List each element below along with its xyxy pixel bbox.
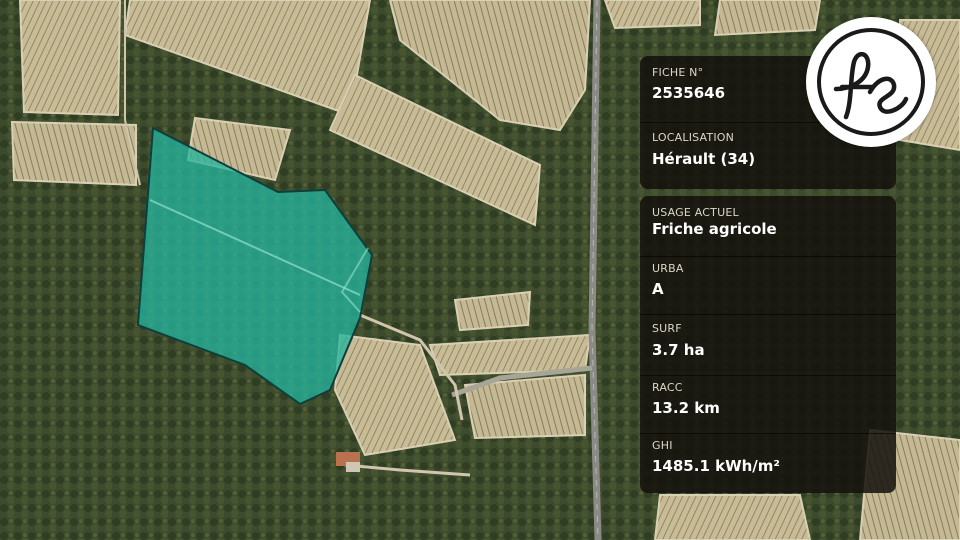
parcel-details-card: USAGE ACTUEL Friche agricole URBA A SURF… (640, 196, 896, 493)
vineyard-field (653, 494, 812, 540)
surf-label: SURF (652, 322, 682, 335)
localisation-label: LOCALISATION (652, 131, 735, 144)
urba-label: URBA (652, 262, 684, 275)
urba-row: URBA A (640, 256, 896, 315)
usage-label: USAGE ACTUEL (652, 206, 739, 219)
fiche-label: FICHE N° (652, 66, 704, 79)
vineyard-field (10, 120, 137, 187)
racc-value: 13.2 km (652, 399, 720, 417)
usage-value: Friche agricole (652, 220, 777, 238)
brand-logo (806, 17, 936, 147)
surf-row: SURF 3.7 ha (640, 314, 896, 376)
racc-label: RACC (652, 381, 683, 394)
vineyard-field (713, 0, 822, 37)
localisation-value: Hérault (34) (652, 150, 756, 168)
usage-row: USAGE ACTUEL Friche agricole (640, 196, 896, 257)
ghi-label: GHI (652, 439, 673, 452)
vineyard-field (18, 0, 122, 117)
ghi-value: 1485.1 kWh/m² (652, 457, 780, 475)
surf-value: 3.7 ha (652, 341, 705, 359)
ghi-row: GHI 1485.1 kWh/m² (640, 433, 896, 493)
urba-value: A (652, 280, 664, 298)
farm-building (346, 462, 360, 472)
fs-logo-icon (817, 28, 925, 136)
fiche-value: 2535646 (652, 84, 726, 102)
racc-row: RACC 13.2 km (640, 375, 896, 434)
vineyard-field (603, 0, 701, 30)
